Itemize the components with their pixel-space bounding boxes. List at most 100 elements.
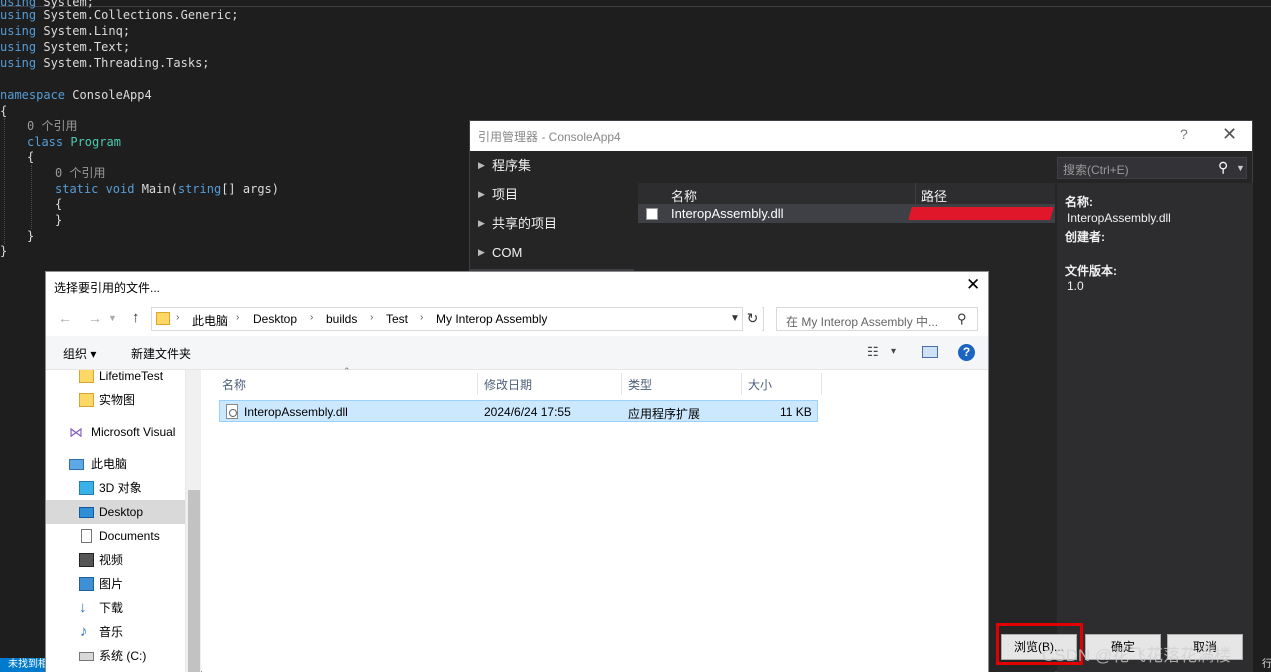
column-header-size[interactable]: 大小 [748, 376, 772, 393]
close-button[interactable]: ✕ [966, 275, 980, 295]
folder-icon [79, 393, 94, 407]
expand-arrow-icon: ▶ [478, 218, 485, 228]
up-arrow-icon[interactable]: ↑ [132, 309, 140, 326]
chevron-down-icon[interactable]: ▼ [730, 313, 740, 324]
tree-item[interactable]: ⋈ Microsoft Visual [46, 420, 185, 444]
breadcrumb-item[interactable]: Test [386, 312, 408, 326]
chevron-right-icon[interactable]: › [310, 312, 313, 323]
code-lens-references[interactable]: 0 个引用 [55, 165, 105, 181]
tree-item-selected[interactable]: Desktop [46, 500, 185, 524]
column-header-name[interactable]: 名称 [671, 186, 697, 205]
chevron-down-icon[interactable]: ▼ [1236, 163, 1245, 173]
drive-icon [79, 652, 94, 661]
scrollbar-thumb[interactable] [188, 490, 200, 672]
tree-item[interactable]: 视频 [46, 548, 185, 572]
tree-item[interactable]: 系统 (C:) [46, 644, 185, 668]
close-button[interactable]: ✕ [1222, 124, 1237, 145]
detail-name-value: InteropAssembly.dll [1067, 211, 1171, 225]
file-row-selected[interactable]: InteropAssembly.dll 2024/6/24 17:55 应用程序… [219, 400, 818, 422]
new-folder-button[interactable]: 新建文件夹 [131, 345, 191, 362]
nav-item-com[interactable]: ▶ COM [470, 238, 638, 267]
address-bar[interactable]: › 此电脑 › Desktop › builds › Test › My Int… [151, 307, 764, 331]
navigation-tree: LifetimeTest 实物图 ⋈ Microsoft Visual 此电脑 3… [46, 370, 185, 672]
code-line: { [0, 104, 8, 118]
tree-item[interactable]: Documents [46, 524, 185, 548]
tree-scrollbar[interactable] [185, 370, 201, 672]
status-bar-message: 未找到相 [0, 658, 48, 672]
file-size: 11 KB [780, 405, 812, 419]
organize-button[interactable]: 组织 ▾ [63, 345, 96, 362]
preview-pane-icon[interactable] [922, 346, 938, 358]
nav-item-shared-projects[interactable]: ▶ 共享的项目 [470, 209, 638, 238]
column-divider [477, 373, 478, 395]
file-dialog-title: 选择要引用的文件... [54, 281, 161, 295]
music-icon: ♪ [80, 623, 88, 640]
nav-item-assemblies[interactable]: ▶ 程序集 [470, 151, 638, 180]
expand-arrow-icon: ▶ [478, 247, 485, 257]
tree-item[interactable]: 图片 [46, 572, 185, 596]
tree-item[interactable]: 实物图 [46, 388, 185, 412]
status-bar-line: 行 [1262, 659, 1271, 670]
cube-icon [79, 481, 94, 495]
indent-guide [4, 118, 5, 244]
column-header-type[interactable]: 类型 [628, 376, 652, 393]
help-icon[interactable]: ? [958, 344, 975, 361]
reference-row[interactable]: InteropAssembly.dll [638, 205, 1055, 223]
computer-icon [69, 459, 84, 470]
chevron-right-icon[interactable]: › [370, 312, 373, 323]
tree-item[interactable]: 3D 对象 [46, 476, 185, 500]
file-search-input[interactable]: 在 My Interop Assembly 中... ⚲ [776, 307, 978, 331]
code-lens-references[interactable]: 0 个引用 [27, 118, 77, 134]
column-header-name[interactable]: 名称 [222, 376, 246, 393]
refresh-button[interactable]: ↻ [742, 307, 762, 331]
sort-ascending-icon: ⌃ [343, 366, 351, 376]
download-icon: ↓ [79, 599, 87, 616]
chevron-right-icon[interactable]: › [176, 312, 179, 323]
chevron-right-icon[interactable]: › [236, 312, 239, 323]
tree-item[interactable]: 此电脑 [46, 452, 185, 476]
code-line: using System.Threading.Tasks; [0, 56, 210, 70]
nav-item-projects[interactable]: ▶ 项目 [470, 180, 638, 209]
reference-manager-titlebar: 引用管理器 - ConsoleApp4 ? ✕ [470, 121, 1252, 151]
expand-arrow-icon: ▶ [478, 160, 485, 170]
reference-checkbox[interactable] [646, 208, 658, 220]
file-open-dialog: 选择要引用的文件... ✕ ← → ▼ ↑ › 此电脑 › Desktop › … [45, 271, 989, 672]
tree-item[interactable]: ↓ 下载 [46, 596, 185, 620]
breadcrumb-item[interactable]: My Interop Assembly [436, 312, 547, 326]
indent-guide [31, 165, 32, 229]
code-line: } [0, 244, 8, 258]
tree-item[interactable]: ♪ 音乐 [46, 620, 185, 644]
column-header-path[interactable]: 路径 [921, 186, 947, 205]
file-dialog-toolbar: 组织 ▾ 新建文件夹 ☷ ▾ ? [46, 336, 988, 370]
expand-arrow-icon: ▶ [478, 189, 485, 199]
reference-name: InteropAssembly.dll [671, 206, 784, 221]
file-name: InteropAssembly.dll [244, 405, 348, 419]
folder-icon [156, 312, 170, 325]
visual-studio-icon: ⋈ [69, 424, 83, 440]
column-header-modified[interactable]: 修改日期 [484, 376, 532, 393]
view-options-dropdown[interactable]: ▾ [891, 346, 896, 357]
code-line: } [55, 213, 63, 227]
code-line: static void Main(string[] args) [55, 182, 279, 196]
recent-locations-chevron-icon[interactable]: ▼ [108, 313, 117, 323]
forward-arrow-icon[interactable]: → [88, 310, 102, 326]
reference-search-input[interactable]: 搜索(Ctrl+E) ⚲ ▼ [1057, 157, 1247, 179]
document-icon [81, 529, 92, 543]
breadcrumb-item[interactable]: builds [326, 312, 357, 326]
reference-manager-title: 引用管理器 - ConsoleApp4 [478, 130, 621, 144]
folder-icon [79, 370, 94, 383]
column-divider [915, 183, 916, 205]
back-arrow-icon[interactable]: ← [58, 310, 72, 326]
search-icon[interactable]: ⚲ [957, 311, 967, 327]
file-type: 应用程序扩展 [628, 407, 701, 421]
search-icon[interactable]: ⚲ [1218, 159, 1228, 176]
tree-item[interactable]: LifetimeTest [46, 370, 185, 388]
code-line: using System.Collections.Generic; [0, 8, 239, 22]
watermark: CSDN @花飞花落花满楼 [1042, 646, 1232, 665]
breadcrumb-item[interactable]: Desktop [253, 312, 297, 326]
chevron-right-icon[interactable]: › [420, 312, 423, 323]
view-options-icon[interactable]: ☷ [867, 344, 879, 360]
help-button[interactable]: ? [1180, 126, 1188, 142]
detail-version-value: 1.0 [1067, 279, 1084, 293]
breadcrumb-item[interactable]: 此电脑 [192, 312, 228, 329]
